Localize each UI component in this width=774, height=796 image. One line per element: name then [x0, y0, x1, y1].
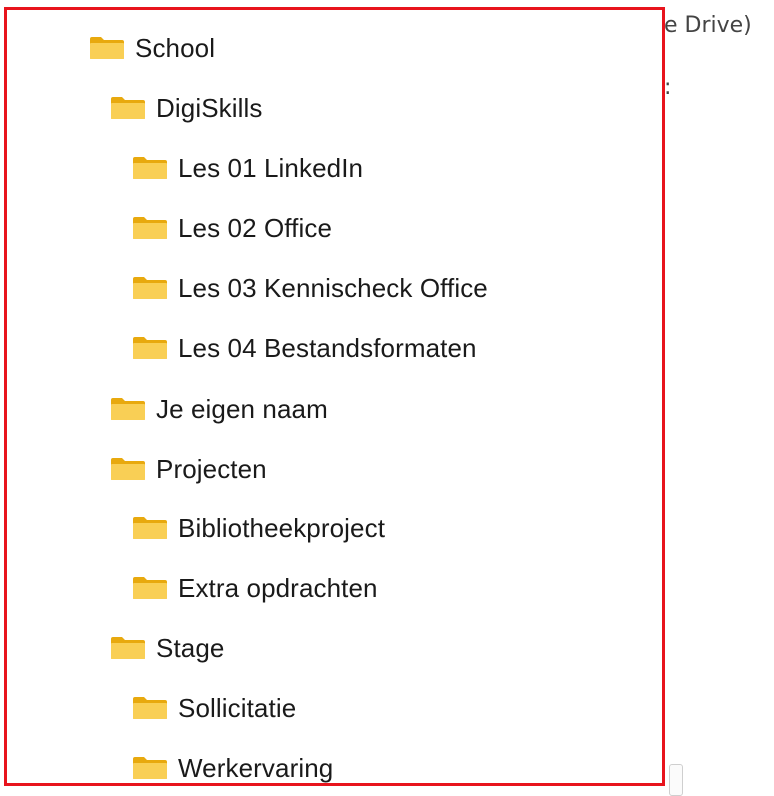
tree-item-label: Werkervaring — [178, 752, 334, 783]
tree-item-extra-opdrachten[interactable]: Extra opdrachten — [132, 568, 378, 608]
tree-item-les-04-bestandsformaten[interactable]: Les 04 Bestandsformaten — [132, 328, 477, 368]
tree-item-label: Extra opdrachten — [178, 572, 378, 603]
background-text-drive: e Drive) — [664, 13, 752, 38]
folder-icon — [110, 397, 146, 421]
tree-item-label: Les 03 Kennischeck Office — [178, 272, 488, 303]
folder-icon — [110, 96, 146, 120]
folder-icon — [132, 516, 168, 540]
tree-item-stage[interactable]: Stage — [110, 628, 224, 668]
tree-item-projecten[interactable]: Projecten — [110, 449, 267, 489]
background-text-colon: : — [664, 75, 672, 100]
folder-icon — [132, 156, 168, 180]
folder-icon — [110, 636, 146, 660]
tree-item-label: Les 02 Office — [178, 212, 333, 243]
tree-item-je-eigen-naam[interactable]: Je eigen naam — [110, 389, 328, 429]
tree-item-label: DigiSkills — [156, 92, 263, 123]
tree-item-label: School — [135, 32, 216, 63]
folder-icon — [132, 276, 168, 300]
folder-icon — [132, 336, 168, 360]
tree-item-label: Projecten — [156, 453, 267, 484]
tree-item-label: Bibliotheekproject — [178, 512, 386, 543]
folder-icon — [132, 216, 168, 240]
folder-tree: School DigiSkills Les 01 LinkedIn Les 02… — [4, 7, 665, 786]
tree-item-les-01-linkedin[interactable]: Les 01 LinkedIn — [132, 148, 363, 188]
tree-item-les-03-kennischeck-office[interactable]: Les 03 Kennischeck Office — [132, 268, 488, 308]
tree-item-label: Stage — [156, 632, 225, 663]
tree-item-sollicitatie[interactable]: Sollicitatie — [132, 688, 296, 728]
scrollbar-thumb[interactable] — [669, 764, 683, 796]
folder-icon — [132, 696, 168, 720]
tree-item-label: Les 01 LinkedIn — [178, 152, 364, 183]
tree-item-label: Les 04 Bestandsformaten — [178, 332, 477, 363]
tree-item-label: Je eigen naam — [156, 393, 328, 424]
tree-item-school[interactable]: School — [89, 28, 215, 68]
tree-item-digiskills[interactable]: DigiSkills — [110, 88, 262, 128]
folder-icon — [132, 576, 168, 600]
tree-item-les-02-office[interactable]: Les 02 Office — [132, 208, 332, 248]
tree-item-bibliotheekproject[interactable]: Bibliotheekproject — [132, 508, 385, 548]
folder-icon — [89, 36, 125, 60]
tree-item-label: Sollicitatie — [178, 692, 297, 723]
folder-icon — [132, 756, 168, 780]
tree-item-werkervaring[interactable]: Werkervaring — [132, 748, 333, 788]
folder-icon — [110, 457, 146, 481]
